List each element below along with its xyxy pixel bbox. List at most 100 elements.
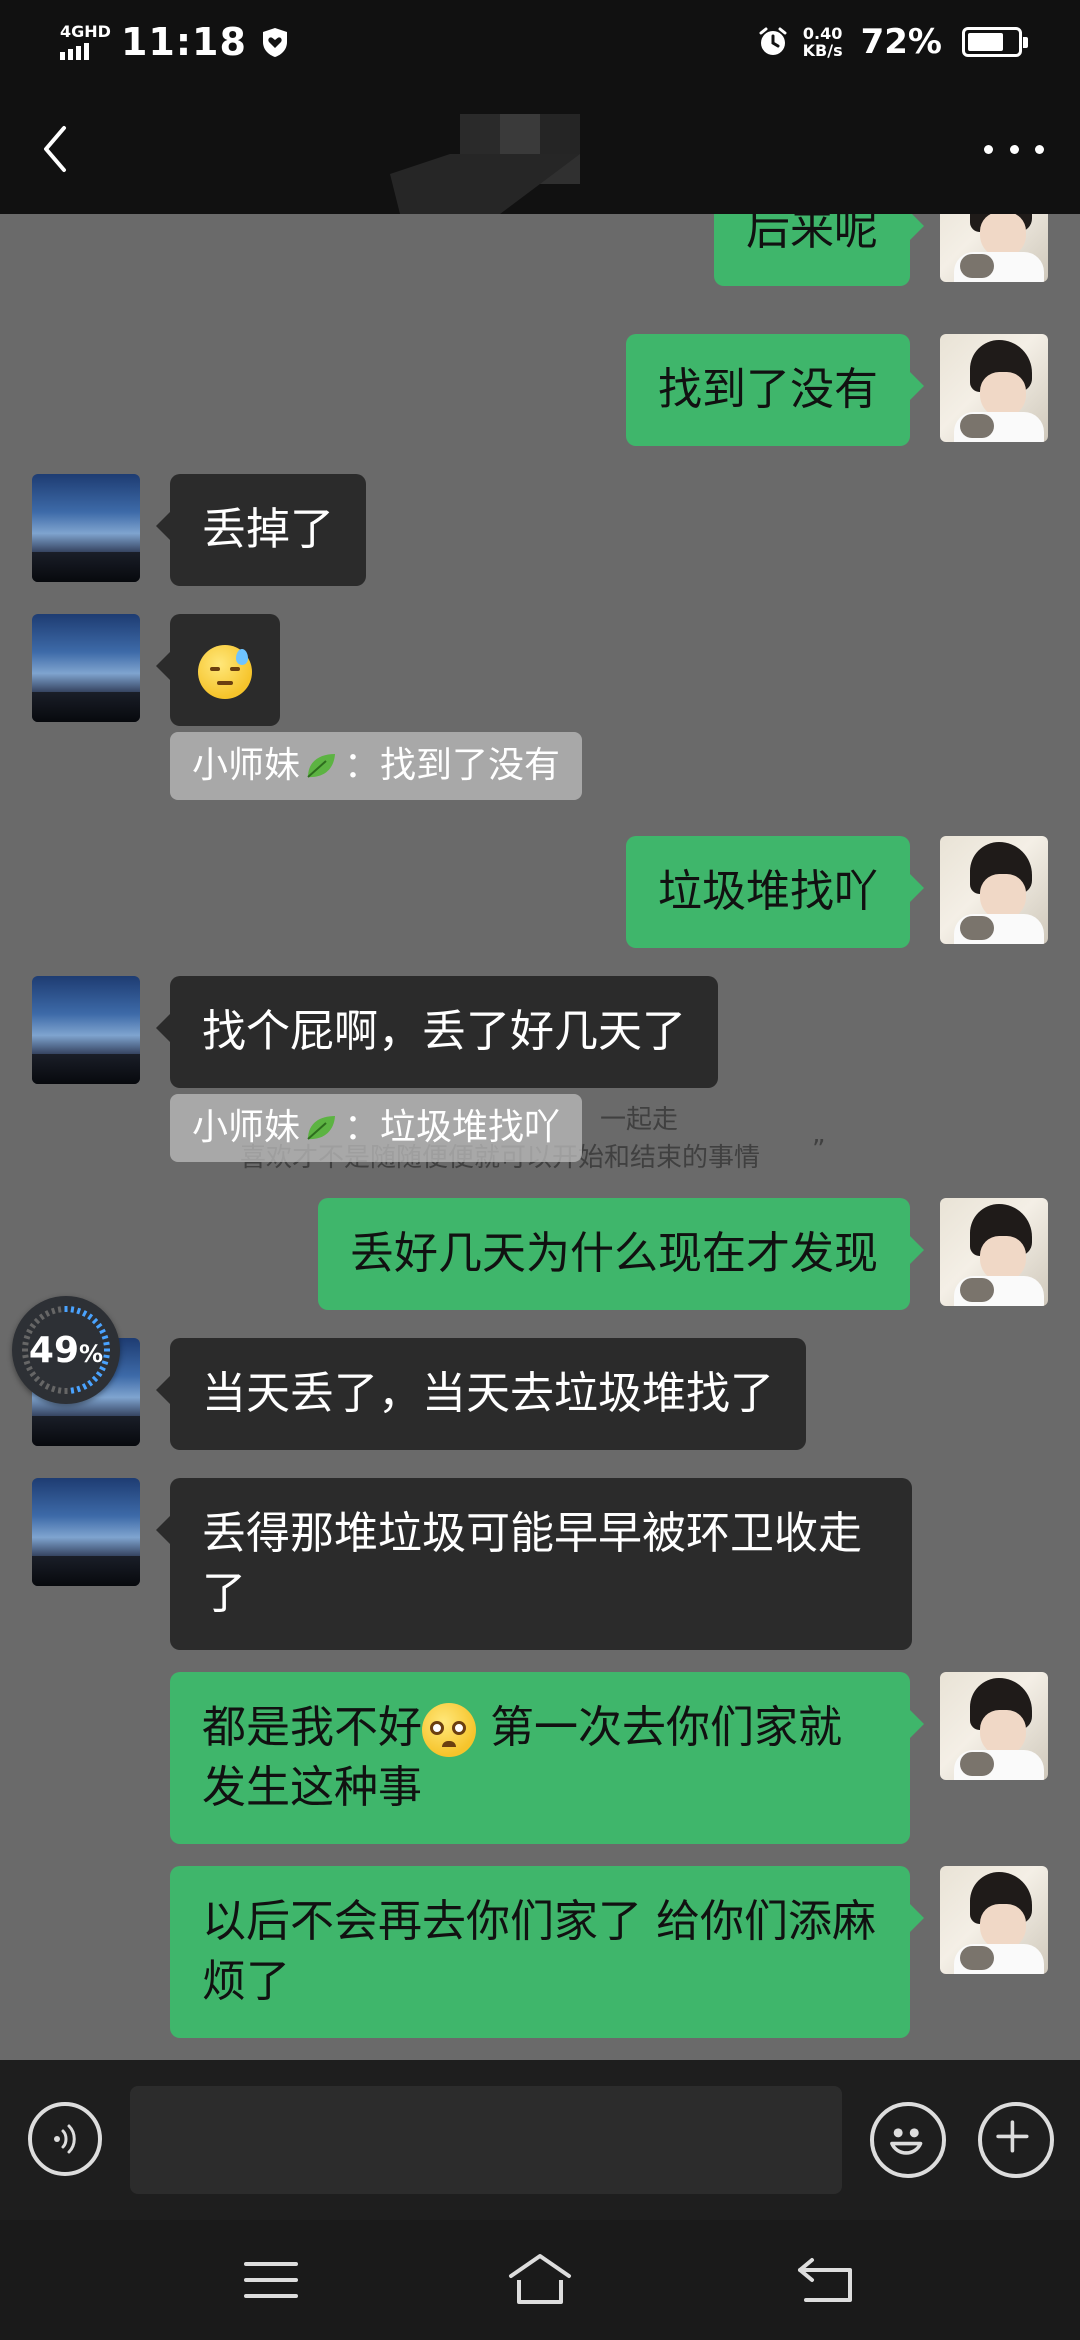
input-bar bbox=[0, 2060, 1080, 2220]
chat-header bbox=[0, 84, 1080, 214]
leaf-icon bbox=[307, 754, 336, 778]
sweat-face-emoji-icon bbox=[198, 645, 252, 699]
my-avatar[interactable] bbox=[940, 1866, 1048, 1974]
progress-tick bbox=[70, 1306, 75, 1313]
signal-icon bbox=[60, 43, 89, 60]
contact-avatar[interactable] bbox=[32, 1478, 140, 1586]
pleading-face-emoji-icon bbox=[422, 1703, 476, 1757]
progress-tick bbox=[81, 1310, 88, 1317]
back-button[interactable] bbox=[30, 119, 80, 179]
message-bubble[interactable]: 丢掉了 bbox=[156, 474, 366, 586]
progress-tick bbox=[22, 1354, 29, 1359]
message-outgoing: 后来呢 bbox=[714, 214, 1048, 286]
quote-text: 垃圾堆找吖 bbox=[380, 1107, 561, 1148]
progress-tick bbox=[38, 1313, 45, 1321]
message-outgoing: 垃圾堆找吖 bbox=[626, 836, 1048, 948]
progress-tick bbox=[33, 1375, 41, 1383]
progress-tick bbox=[44, 1383, 51, 1390]
network-speed: 0.40 KB/s bbox=[803, 25, 843, 59]
progress-label: 49% bbox=[28, 1329, 104, 1371]
message-incoming: 丢掉了 bbox=[32, 474, 366, 586]
quote-separator: ： bbox=[344, 1107, 381, 1148]
alarm-icon bbox=[759, 27, 787, 55]
chevron-left-icon bbox=[44, 126, 66, 172]
message-bubble[interactable]: 都是我不好 第一次去你们家就发生这种事 bbox=[170, 1672, 924, 1844]
dot-icon bbox=[984, 144, 993, 154]
my-avatar[interactable] bbox=[940, 214, 1048, 282]
back-system-button[interactable] bbox=[790, 2250, 860, 2310]
message-bubble[interactable]: 后来呢 bbox=[714, 214, 924, 286]
progress-tick bbox=[38, 1379, 45, 1387]
watermark-text: 一起走 bbox=[600, 1105, 679, 1135]
progress-tick bbox=[50, 1307, 56, 1315]
battery-percent: 72% bbox=[860, 22, 942, 62]
progress-tick bbox=[91, 1375, 99, 1383]
voice-input-button[interactable] bbox=[28, 2102, 102, 2176]
progress-tick bbox=[22, 1341, 29, 1346]
message-outgoing: 以后不会再去你们家了 给你们添麻烦了 bbox=[170, 1866, 1048, 2038]
home-button[interactable] bbox=[505, 2250, 575, 2310]
quoted-reply[interactable]: 小师妹 ： 垃圾堆找吖 bbox=[170, 1094, 583, 1162]
progress-tick bbox=[29, 1322, 37, 1329]
progress-tick bbox=[87, 1313, 94, 1321]
battery-fill bbox=[968, 33, 1003, 51]
voice-icon bbox=[54, 2124, 76, 2154]
quote-author: 小师妹 bbox=[192, 1107, 301, 1148]
progress-tick bbox=[29, 1371, 37, 1378]
contact-avatar[interactable] bbox=[32, 474, 140, 582]
menu-button[interactable] bbox=[236, 2250, 306, 2310]
message-bubble[interactable]: 以后不会再去你们家了 给你们添麻烦了 bbox=[170, 1866, 924, 2038]
progress-tick bbox=[103, 1341, 110, 1346]
progress-tick bbox=[76, 1307, 82, 1315]
message-outgoing: 找到了没有 bbox=[626, 334, 1048, 446]
speed-unit: KB/s bbox=[802, 41, 843, 60]
quoted-reply[interactable]: 小师妹 ： 找到了没有 bbox=[170, 732, 583, 800]
watermark-quote-mark: ” bbox=[812, 1135, 826, 1165]
redacted-chat-title bbox=[390, 114, 580, 214]
my-avatar[interactable] bbox=[940, 1198, 1048, 1306]
message-list[interactable]: 后来呢 找到了没有 丢掉了 小师妹 ： 找到了没有 垃圾堆找吖 找个屁啊，丢了好… bbox=[0, 214, 1080, 2060]
leaf-icon bbox=[307, 1116, 336, 1140]
network-indicator: 4GHD bbox=[60, 24, 111, 60]
message-text: 都是我不好 bbox=[202, 1702, 422, 1753]
quote-separator: ： bbox=[344, 745, 381, 786]
progress-tick bbox=[33, 1317, 41, 1325]
message-outgoing: 丢好几天为什么现在才发现 bbox=[318, 1198, 1048, 1310]
progress-tick bbox=[87, 1379, 94, 1387]
message-incoming bbox=[32, 614, 280, 726]
my-avatar[interactable] bbox=[940, 1672, 1048, 1780]
message-input[interactable] bbox=[130, 2086, 842, 2194]
quote-author: 小师妹 bbox=[192, 745, 301, 786]
progress-tick bbox=[44, 1310, 51, 1317]
my-avatar[interactable] bbox=[940, 334, 1048, 442]
progress-tick bbox=[95, 1371, 103, 1378]
shield-heart-icon bbox=[262, 28, 287, 57]
clock: 11:18 bbox=[120, 20, 247, 64]
quote-text: 找到了没有 bbox=[380, 745, 561, 786]
dot-icon bbox=[1009, 144, 1019, 154]
progress-tick bbox=[76, 1385, 82, 1393]
emoji-button[interactable] bbox=[870, 2102, 946, 2178]
message-incoming: 找个屁啊，丢了好几天了 bbox=[32, 976, 718, 1088]
progress-tick bbox=[103, 1354, 110, 1359]
message-bubble[interactable]: 垃圾堆找吖 bbox=[626, 836, 924, 948]
contact-avatar[interactable] bbox=[32, 976, 140, 1084]
message-bubble[interactable]: 找到了没有 bbox=[626, 334, 924, 446]
add-attachment-button[interactable] bbox=[978, 2102, 1054, 2178]
system-nav-bar bbox=[0, 2220, 1080, 2340]
message-bubble[interactable]: 丢好几天为什么现在才发现 bbox=[318, 1198, 924, 1310]
progress-tick bbox=[70, 1387, 75, 1394]
message-outgoing: 都是我不好 第一次去你们家就发生这种事 bbox=[170, 1672, 1048, 1844]
progress-tick bbox=[57, 1387, 62, 1394]
progress-tick bbox=[57, 1306, 62, 1313]
progress-tick bbox=[50, 1385, 56, 1393]
message-bubble[interactable]: 丢得那堆垃圾可能早早被环卫收走了 bbox=[156, 1478, 912, 1650]
message-bubble[interactable]: 当天丢了，当天去垃圾堆找了 bbox=[156, 1338, 806, 1450]
my-avatar[interactable] bbox=[940, 836, 1048, 944]
progress-tick bbox=[91, 1317, 99, 1325]
message-bubble[interactable]: 找个屁啊，丢了好几天了 bbox=[156, 976, 718, 1088]
progress-widget[interactable]: 49% bbox=[12, 1296, 120, 1404]
more-options-button[interactable] bbox=[984, 134, 1044, 164]
contact-avatar[interactable] bbox=[32, 614, 140, 722]
message-bubble[interactable] bbox=[156, 614, 280, 726]
